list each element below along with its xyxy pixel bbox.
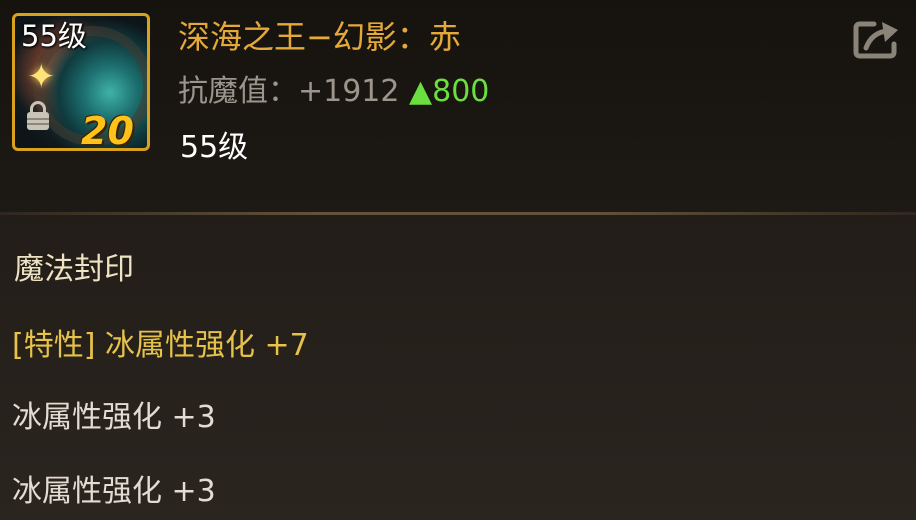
item-level: 55级 [180, 130, 249, 165]
stat-value: +1912 [298, 74, 400, 109]
lock-icon [27, 101, 49, 130]
item-icon-level: 55级 [21, 19, 87, 53]
attribute-special: [特性] 冰属性强化 +7 [12, 328, 309, 363]
attribute-line: 冰属性强化 +3 [12, 400, 216, 435]
stat-increase: ▲800 [409, 74, 490, 109]
reinforce-level: 20 [81, 109, 134, 151]
stat-line: 抗魔值：+1912 ▲800 [178, 68, 489, 116]
section-divider [0, 212, 916, 215]
section-title: 魔法封印 [14, 252, 134, 287]
item-icon[interactable]: 55级 ✦ 20 [12, 13, 150, 151]
share-icon[interactable] [852, 18, 902, 60]
attribute-line: 冰属性强化 +3 [12, 474, 216, 509]
item-name: 深海之王−幻影：赤 [178, 18, 461, 56]
sparkle-icon: ✦ [27, 57, 56, 97]
stat-label: 抗魔值： [178, 74, 298, 109]
item-tooltip: 55级 ✦ 20 深海之王−幻影：赤 抗魔值：+1912 ▲800 55级 魔法… [0, 0, 916, 520]
